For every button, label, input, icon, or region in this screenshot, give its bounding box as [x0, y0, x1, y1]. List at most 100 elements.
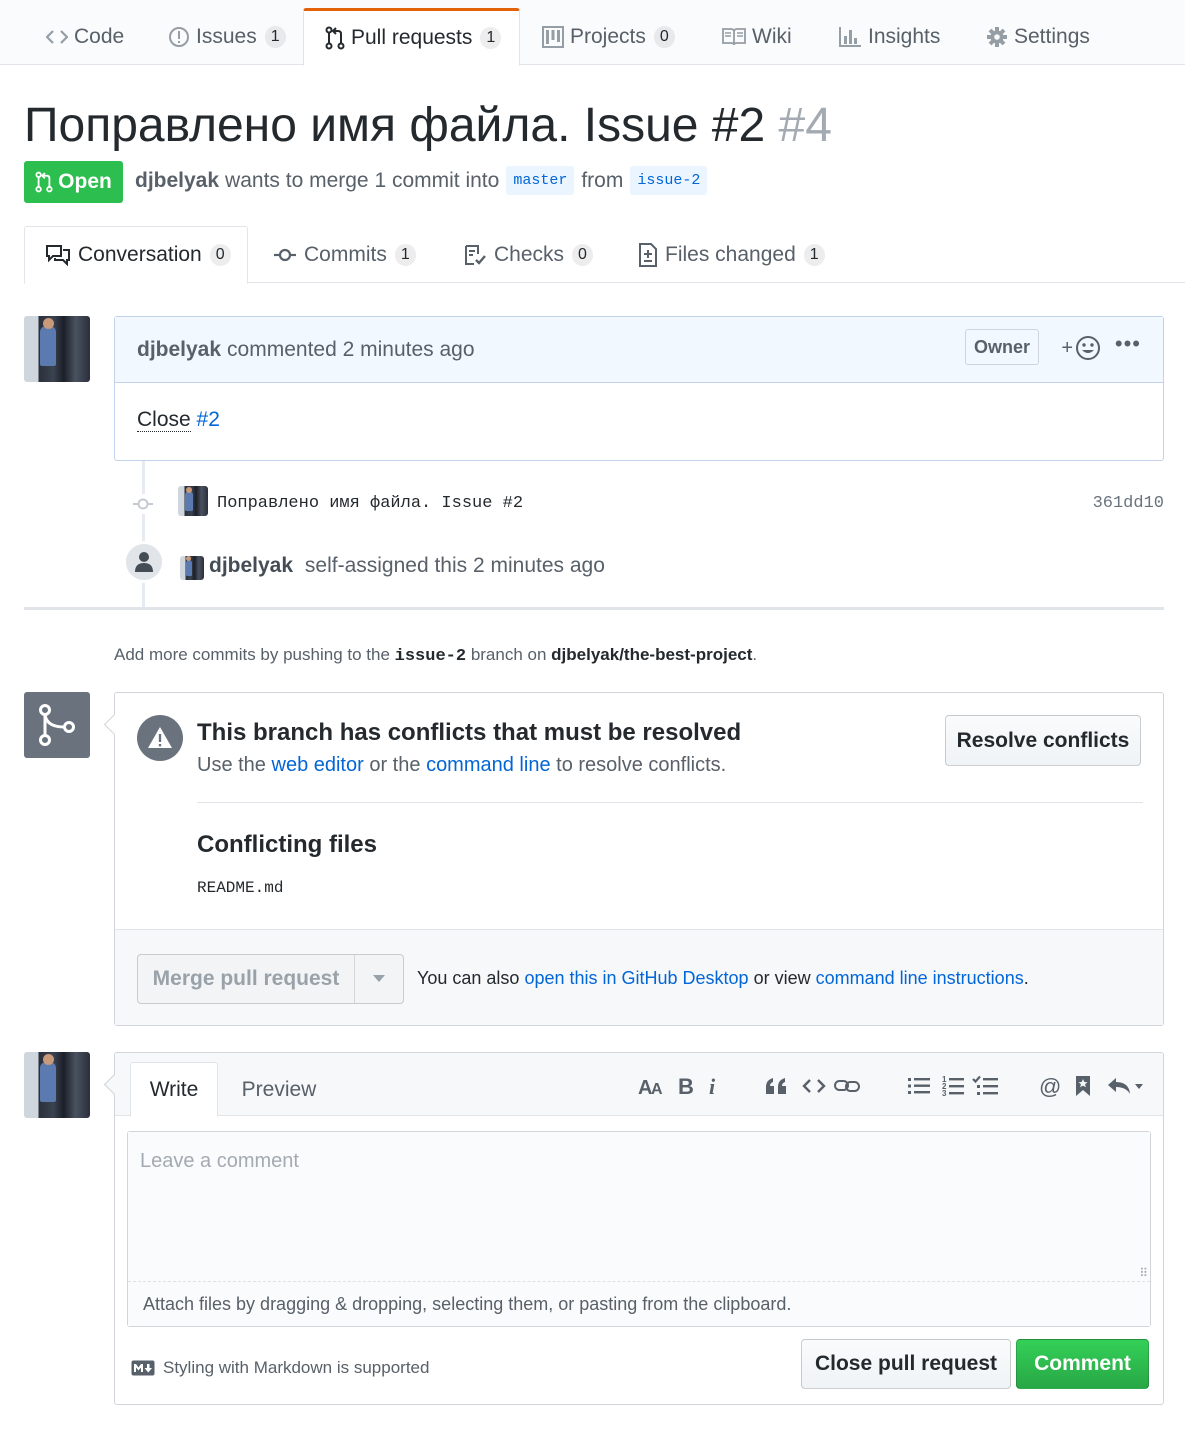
author-link[interactable]: djbelyak — [135, 169, 219, 193]
more-options-button[interactable]: ••• — [1115, 331, 1141, 357]
head-branch[interactable]: issue-2 — [630, 166, 708, 195]
close-pull-request-button[interactable]: Close pull request — [801, 1339, 1011, 1389]
repo-tab-label: Insights — [868, 24, 941, 48]
tab-files-changed[interactable]: Files changed 1 — [639, 226, 825, 283]
github-desktop-link[interactable]: open this in GitHub Desktop — [524, 968, 748, 988]
resolve-conflicts-button[interactable]: Resolve conflicts — [945, 715, 1141, 766]
markdown-icon — [131, 1360, 155, 1376]
merge-text: wants to merge 1 commit into — [225, 168, 500, 192]
conflict-sub-suffix: to resolve conflicts. — [556, 754, 727, 776]
base-branch[interactable]: master — [506, 166, 575, 195]
merge-alt-suffix: . — [1023, 968, 1029, 988]
italic-icon[interactable]: i — [705, 1071, 721, 1101]
text-size-icon[interactable]: AA — [637, 1071, 667, 1101]
commit-message-link[interactable]: Поправлено имя файла. Issue #2 — [217, 494, 523, 513]
mention-icon[interactable]: @ — [1039, 1071, 1063, 1101]
tab-label: Commits — [304, 242, 387, 266]
repo-tab-issues[interactable]: Issues 1 — [168, 8, 286, 65]
list-ordered-icon[interactable]: 123 — [941, 1071, 965, 1101]
conflict-subtitle: Use the web editor or the command line t… — [197, 754, 726, 777]
push-hint-middle: branch on — [470, 645, 547, 664]
comment-textarea[interactable] — [128, 1132, 1150, 1281]
avatar[interactable] — [24, 316, 90, 382]
conflict-sub-prefix: Use the — [197, 754, 266, 776]
link-icon[interactable] — [833, 1071, 861, 1101]
command-line-instructions-link[interactable]: command line instructions — [816, 968, 1024, 988]
tab-preview[interactable]: Preview — [225, 1062, 333, 1117]
comment-button[interactable]: Comment — [1016, 1339, 1149, 1389]
tab-label: Conversation — [78, 243, 202, 266]
repo-tab-code[interactable]: Code — [46, 8, 124, 65]
add-reaction-button[interactable]: + — [1061, 335, 1101, 361]
push-hint: Add more commits by pushing to the issue… — [114, 645, 757, 666]
merge-divider — [197, 802, 1143, 803]
repo-tab-insights[interactable]: Insights — [838, 8, 940, 65]
tab-counter: 1 — [394, 243, 416, 266]
code-icon[interactable] — [801, 1071, 827, 1101]
reaction-plus: + — [1061, 336, 1073, 359]
markdown-hint[interactable]: Styling with Markdown is supported — [131, 1358, 429, 1378]
merge-pull-request-button[interactable]: Merge pull request — [138, 955, 355, 1003]
tab-label: Checks — [494, 242, 565, 266]
code-icon — [46, 27, 68, 47]
comment-author[interactable]: djbelyak — [137, 338, 221, 362]
event-author[interactable]: djbelyak — [209, 554, 293, 577]
web-editor-link[interactable]: web editor — [272, 754, 364, 776]
bookmark-icon[interactable] — [1073, 1071, 1093, 1101]
avatar[interactable] — [24, 1052, 90, 1118]
graph-icon — [838, 26, 862, 48]
repo-tab-wiki[interactable]: Wiki — [722, 8, 792, 65]
status-badge-label: Open — [58, 170, 112, 193]
reply-icon[interactable] — [1105, 1071, 1145, 1101]
push-hint-repo: djbelyak/the-best-project — [551, 645, 753, 664]
repo-tab-label: Issues — [196, 24, 257, 48]
page-title: Поправлено имя файла. Issue #2 #4 — [24, 96, 832, 156]
comment-discussion-icon — [46, 244, 70, 266]
commit-sha-link[interactable]: 361dd10 — [1093, 494, 1164, 513]
tasklist-icon[interactable] — [971, 1071, 999, 1101]
repo-tab-projects[interactable]: Projects 0 — [542, 8, 675, 65]
bold-icon[interactable]: B — [675, 1071, 697, 1101]
list-unordered-icon[interactable] — [907, 1071, 931, 1101]
person-icon — [123, 541, 165, 583]
repo-nav: Code Issues 1 Pull requests 1 Projects 0… — [0, 0, 1185, 66]
merge-method-dropdown[interactable] — [355, 955, 403, 1003]
timeline-line — [142, 461, 145, 608]
repo-tab-settings[interactable]: Settings — [986, 8, 1090, 65]
conflict-title: This branch has conflicts that must be r… — [197, 719, 742, 746]
avatar[interactable] — [180, 556, 204, 580]
issue-link[interactable]: #2 — [197, 408, 220, 431]
svg-text:3: 3 — [942, 1089, 947, 1097]
svg-text:B: B — [678, 1075, 694, 1097]
comment-header: djbelyak commented 2 minutes ago Owner +… — [115, 317, 1163, 383]
svg-text:A: A — [651, 1081, 663, 1097]
svg-text:@: @ — [1039, 1074, 1061, 1098]
merge-alternatives: You can also open this in GitHub Desktop… — [417, 968, 1029, 989]
status-badge: Open — [24, 161, 123, 203]
avatar[interactable] — [178, 486, 208, 516]
repo-tab-label: Projects — [570, 24, 646, 48]
merge-footer: Merge pull request You can also open thi… — [115, 929, 1163, 1025]
attach-files-bar[interactable]: Attach files by dragging & dropping, sel… — [128, 1281, 1150, 1326]
command-line-link[interactable]: command line — [426, 754, 551, 776]
comment-timestamp[interactable]: commented 2 minutes ago — [227, 338, 474, 362]
git-merge-icon — [24, 692, 90, 758]
tab-counter: 0 — [572, 243, 593, 266]
event-description: self-assigned this 2 minutes ago — [304, 554, 605, 577]
quote-icon[interactable] — [763, 1071, 789, 1101]
resize-grip-icon[interactable]: ⠿ — [1139, 1266, 1148, 1280]
alert-icon — [137, 715, 183, 761]
owner-label: Owner — [964, 329, 1039, 365]
repo-tab-pull-requests[interactable]: Pull requests 1 — [303, 8, 520, 66]
merge-alt-middle: or view — [753, 968, 811, 988]
tab-checks[interactable]: Checks 0 — [464, 226, 593, 283]
tab-label: Files changed — [665, 242, 796, 266]
new-comment-form: Write Preview AA B i 123 @ Leave a comme… — [114, 1052, 1164, 1405]
comment-body: Close #2 — [115, 383, 1163, 457]
file-diff-icon — [639, 242, 657, 267]
repo-tab-label: Wiki — [752, 24, 792, 48]
tab-conversation[interactable]: Conversation 0 — [24, 226, 248, 284]
tab-commits[interactable]: Commits 1 — [274, 226, 416, 283]
tab-write[interactable]: Write — [130, 1062, 218, 1117]
markdown-hint-text: Styling with Markdown is supported — [163, 1358, 430, 1377]
